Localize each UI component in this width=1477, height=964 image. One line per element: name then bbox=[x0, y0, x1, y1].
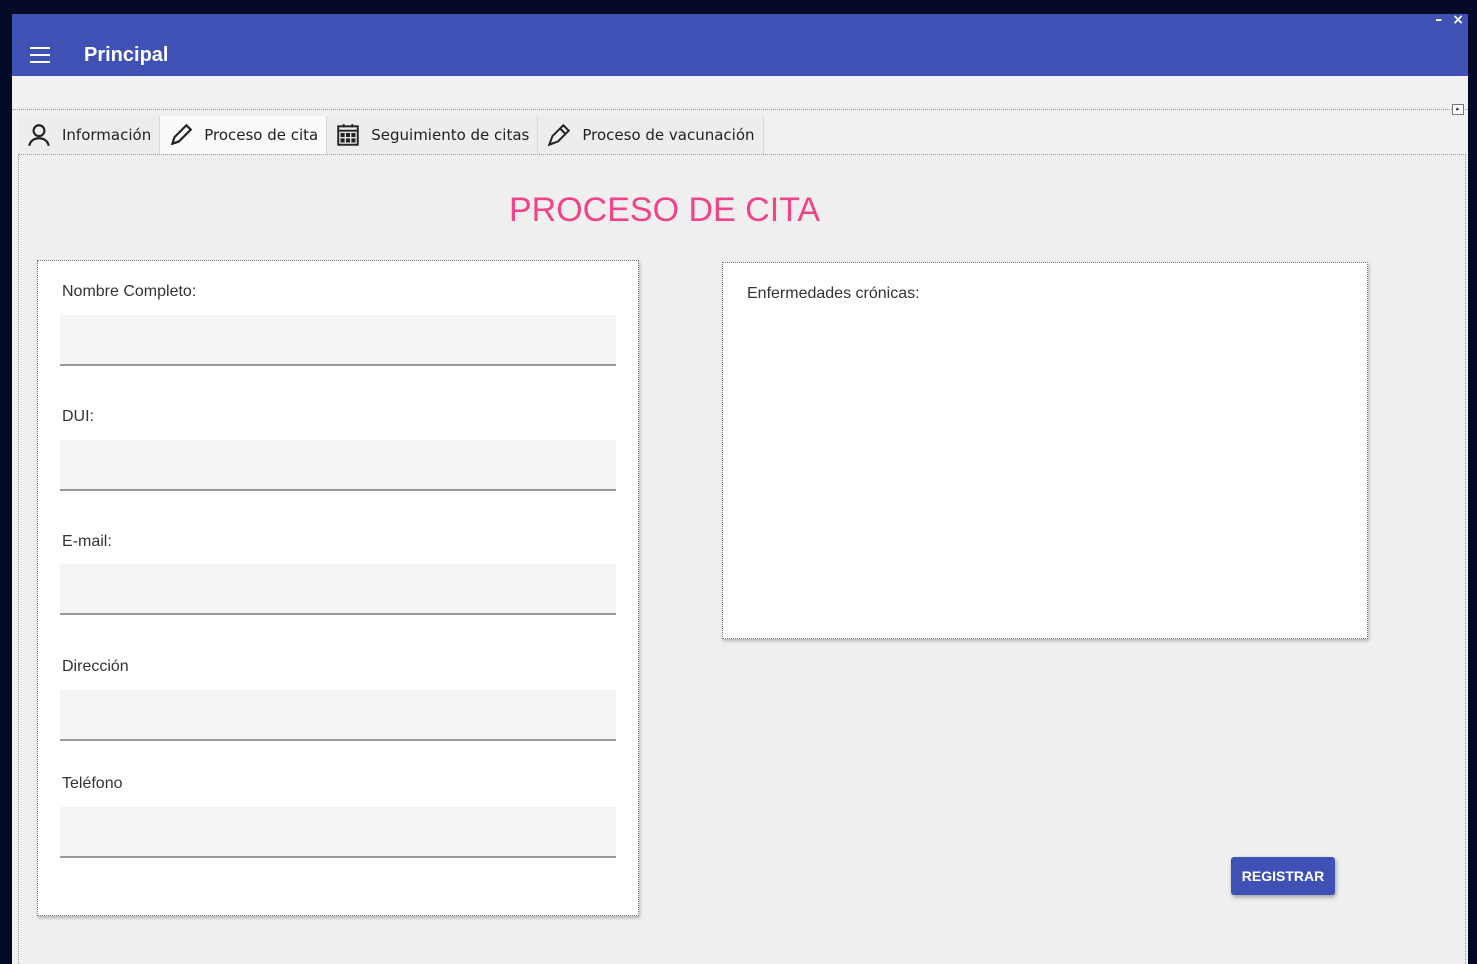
dui-input[interactable] bbox=[60, 440, 616, 491]
user-icon bbox=[28, 124, 50, 147]
form-title: PROCESO DE CITA bbox=[509, 191, 821, 229]
page-title-header: Principal bbox=[84, 44, 169, 66]
phone-label: Teléfono bbox=[62, 775, 123, 792]
full-name-input[interactable] bbox=[60, 315, 616, 366]
tab-seguimiento-de-citas[interactable]: Seguimiento de citas bbox=[327, 116, 539, 154]
tab-label: Seguimiento de citas bbox=[371, 126, 530, 144]
chronic-diseases-label: Enfermedades crónicas: bbox=[747, 285, 920, 302]
address-label: Dirección bbox=[62, 658, 129, 675]
tab-bar: Información Proceso de cita Seguimiento … bbox=[18, 116, 764, 154]
tab-proceso-de-vacunacion[interactable]: Proceso de vacunación bbox=[538, 116, 764, 154]
close-button[interactable]: × bbox=[1452, 12, 1464, 28]
tab-label: Proceso de vacunación bbox=[582, 126, 755, 144]
calendar-icon bbox=[337, 124, 359, 146]
pen-icon bbox=[547, 123, 571, 147]
register-button[interactable]: REGISTRAR bbox=[1231, 857, 1335, 895]
hamburger-menu-icon[interactable] bbox=[30, 47, 50, 63]
toolbar-strip: ▸ bbox=[12, 76, 1468, 115]
full-name-label: Nombre Completo: bbox=[62, 283, 197, 300]
minimize-button[interactable]: – bbox=[1435, 12, 1442, 28]
tab-label: Información bbox=[62, 126, 152, 144]
app-header: – × Principal bbox=[12, 12, 1468, 76]
phone-input[interactable] bbox=[60, 807, 616, 858]
app-window: – × Principal ▸ Información Proceso de c… bbox=[12, 12, 1468, 964]
address-input[interactable] bbox=[60, 690, 616, 741]
personal-info-card: Nombre Completo: DUI: E-mail: Dirección … bbox=[37, 260, 639, 916]
chronic-diseases-textarea[interactable] bbox=[743, 313, 1347, 613]
window-controls: – × bbox=[1435, 12, 1464, 28]
pencil-icon bbox=[170, 123, 193, 146]
email-label: E-mail: bbox=[62, 533, 112, 550]
tab-proceso-de-cita[interactable]: Proceso de cita bbox=[160, 116, 328, 154]
strip-expand-button[interactable]: ▸ bbox=[1452, 104, 1464, 115]
tab-label: Proceso de cita bbox=[204, 126, 319, 144]
email-input[interactable] bbox=[60, 564, 616, 615]
dui-label: DUI: bbox=[62, 408, 94, 425]
chronic-diseases-card: Enfermedades crónicas: bbox=[722, 262, 1368, 639]
tab-informacion[interactable]: Información bbox=[18, 116, 161, 154]
tab-panel-proceso-de-cita: PROCESO DE CITA Nombre Completo: DUI: E-… bbox=[18, 154, 1466, 964]
